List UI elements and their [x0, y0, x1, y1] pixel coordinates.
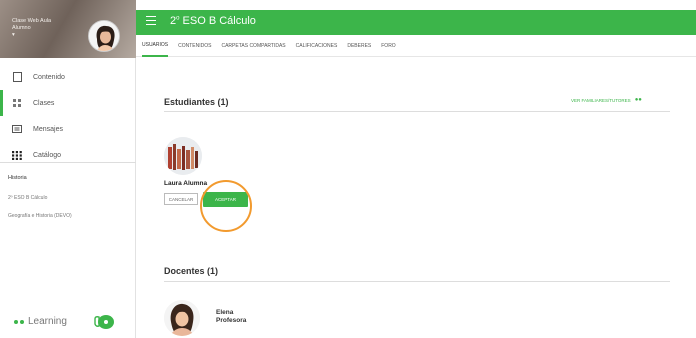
tab-calificaciones[interactable]: CALIFICACIONES: [296, 35, 338, 57]
teacher-name: Elena Profesora: [216, 309, 247, 324]
history-title: Historia: [8, 175, 27, 181]
chat-icon[interactable]: [93, 314, 115, 332]
tab-deberes[interactable]: DEBERES: [347, 35, 371, 57]
sidebar-item-label: Mensajes: [33, 125, 63, 133]
sidebar-item-label: Clases: [33, 99, 55, 107]
apps-icon: [12, 150, 22, 160]
student-avatar: [164, 137, 202, 175]
course-tabs: USUARIOS CONTENIDOS CARPETAS COMPARTIDAS…: [136, 35, 696, 57]
chevron-down-icon: ▾: [12, 32, 15, 38]
history-item[interactable]: 2º ESO B Cálculo: [8, 195, 47, 201]
family-icon: ●●: [634, 97, 642, 103]
divider: [164, 281, 670, 282]
tab-usuarios[interactable]: USUARIOS: [142, 35, 169, 57]
grid-icon: [12, 98, 22, 108]
profile-header: Clase Web Aula Alumno ▾: [0, 0, 136, 58]
course-header: 2o ESO B Cálculo: [136, 10, 696, 35]
sidebar-item-clases[interactable]: Clases: [0, 90, 136, 116]
menu-icon[interactable]: [146, 16, 156, 26]
sidebar-item-label: Contenido: [33, 73, 65, 81]
students-title: Estudiantes (1): [164, 97, 229, 107]
view-families-link[interactable]: VER FAMILIARES/TUTORES ●●: [571, 97, 642, 103]
divider: [164, 111, 670, 112]
accept-button[interactable]: ACEPTAR: [203, 192, 248, 207]
avatar[interactable]: [88, 20, 120, 52]
document-icon: [12, 72, 22, 82]
sidebar-item-label: Catálogo: [33, 151, 62, 159]
user-info[interactable]: Clase Web Aula Alumno ▾: [12, 18, 51, 39]
brand-logo: Learning: [14, 316, 67, 327]
sidebar-nav: Contenido Clases Mensajes Catálogo: [0, 64, 136, 168]
page-title: 2o ESO B Cálculo: [170, 15, 256, 27]
sidebar-item-contenido[interactable]: Contenido: [0, 64, 136, 90]
divider: [0, 162, 136, 163]
message-icon: [12, 124, 22, 134]
sidebar: Clase Web Aula Alumno ▾ Contenido Clases…: [0, 0, 136, 338]
edit-icon[interactable]: [689, 18, 696, 31]
user-name: Clase Web Aula: [12, 18, 52, 24]
tab-carpetas-compartidas[interactable]: CARPETAS COMPARTIDAS: [221, 35, 285, 57]
brand-name: Learning: [28, 316, 67, 327]
history-item[interactable]: Geografía e Historia (DEVO): [8, 213, 72, 219]
tab-foro[interactable]: FORO: [381, 35, 395, 57]
sidebar-item-mensajes[interactable]: Mensajes: [0, 116, 136, 142]
cancel-button[interactable]: CANCELAR: [164, 193, 198, 205]
sidebar-item-catalogo[interactable]: Catálogo: [0, 142, 136, 168]
student-name: Laura Alumna: [164, 180, 208, 187]
user-role: Alumno: [12, 25, 31, 31]
teachers-title: Docentes (1): [164, 266, 219, 276]
teacher-avatar: [164, 300, 200, 336]
tab-contenidos[interactable]: CONTENIDOS: [178, 35, 211, 57]
